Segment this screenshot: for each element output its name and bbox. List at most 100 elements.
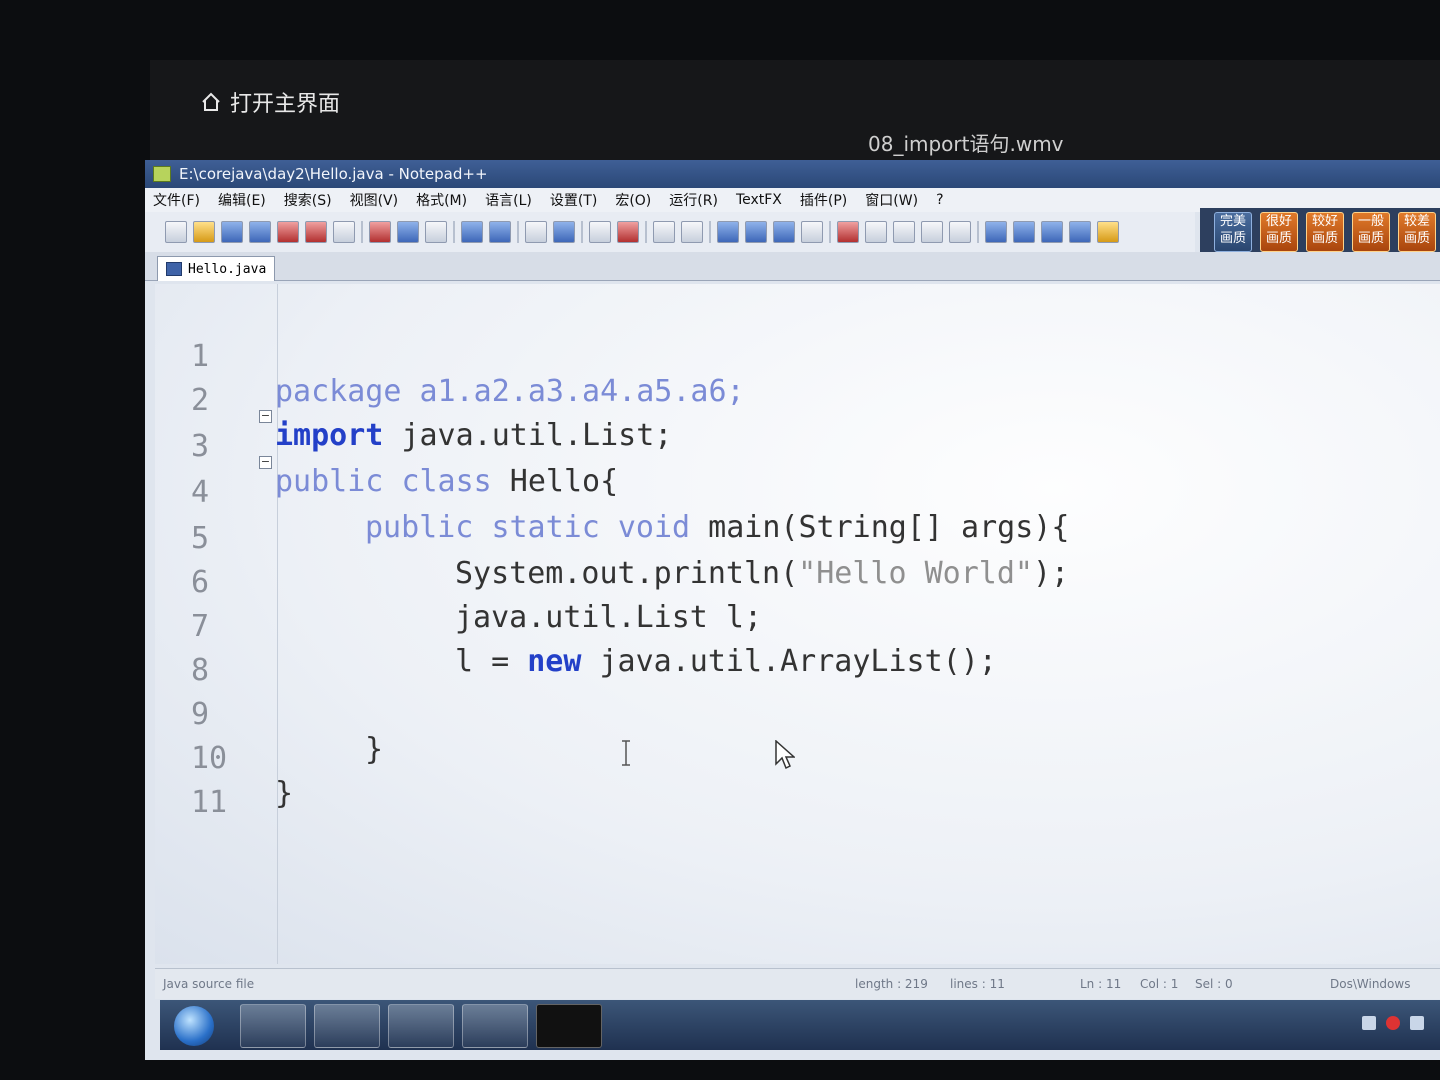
start-button[interactable] [174,1006,214,1046]
close-all-icon[interactable] [305,221,327,243]
code-line: 9 } [155,662,383,767]
menu-settings[interactable]: 设置(T) [550,190,597,210]
windows-taskbar [160,1000,1440,1050]
go-top-icon[interactable] [985,221,1007,243]
undo-icon[interactable] [461,221,483,243]
toolbar [145,212,1195,252]
video-title: 08_import语句.wmv [868,132,1064,156]
go-bottom-icon[interactable] [1069,221,1091,243]
menu-search[interactable]: 搜索(S) [284,190,332,210]
stop-macro-icon[interactable] [865,221,887,243]
menu-plugins[interactable]: 插件(P) [800,190,847,210]
status-eol-format: Dos\Windows [1330,977,1411,991]
quality-normal-button[interactable]: 一般画质 [1352,212,1390,252]
code-line: 11 [155,750,263,820]
save-macro-icon[interactable] [949,221,971,243]
home-icon [200,91,222,113]
run-macro-multiple-icon[interactable] [921,221,943,243]
menu-run[interactable]: 运行(R) [669,190,718,210]
file-saved-icon [166,262,182,276]
play-macro-icon[interactable] [893,221,915,243]
tray-input-icon[interactable] [1362,1016,1376,1030]
toolbar-separator [829,221,831,243]
line-number: 11 [191,785,228,820]
taskbar-app-notepadpp[interactable] [388,1004,454,1048]
copy-icon[interactable] [397,221,419,243]
code-text: package a1.a2.a3.a4.a5.a6; [275,374,745,409]
quality-poor-button[interactable]: 较差画质 [1398,212,1436,252]
status-lines: lines : 11 [950,977,1005,991]
mouse-pointer-icon [775,739,796,774]
menu-textfx[interactable]: TextFX [736,192,782,208]
toolbar-separator [453,221,455,243]
tray-network-icon[interactable] [1410,1016,1424,1030]
code-line: 10 } [155,706,293,811]
new-file-icon[interactable] [165,221,187,243]
taskbar-app-explorer[interactable] [314,1004,380,1048]
indent-guide-icon[interactable] [773,221,795,243]
replace-icon[interactable] [553,221,575,243]
code-editor[interactable]: − − 1 package a1.a2.a3.a4.a5.a6; 2 impor… [155,284,1440,964]
save-all-icon[interactable] [249,221,271,243]
menu-macro[interactable]: 宏(O) [615,190,651,210]
menu-language[interactable]: 语言(L) [485,190,532,210]
paste-icon[interactable] [425,221,447,243]
quality-good-button[interactable]: 较好画质 [1306,212,1344,252]
sync-horizontal-icon[interactable] [681,221,703,243]
code-line: 5 System.out.println("Hello World"); [155,486,1069,591]
menu-file[interactable]: 文件(F) [153,190,200,210]
close-icon[interactable] [277,221,299,243]
code-text: public class Hello{ [275,464,619,499]
tab-bar: Hello.java [145,252,1440,281]
toolbar-separator [361,221,363,243]
find-icon[interactable] [525,221,547,243]
sync-vertical-icon[interactable] [653,221,675,243]
code-text: import java.util.List; [275,418,673,453]
code-line: 2 import java.util.List; [155,348,672,453]
user-language-icon[interactable] [801,221,823,243]
code-text: } [275,776,294,811]
taskbar-app-cmd[interactable] [536,1004,602,1048]
status-selection: Sel : 0 [1195,977,1233,991]
open-file-icon[interactable] [193,221,215,243]
spell-check-icon[interactable] [1097,221,1119,243]
menu-help[interactable]: ? [936,192,943,208]
print-icon[interactable] [333,221,355,243]
go-up-icon[interactable] [1013,221,1035,243]
quality-very-good-button[interactable]: 很好画质 [1260,212,1298,252]
show-all-chars-icon[interactable] [745,221,767,243]
go-down-icon[interactable] [1041,221,1063,243]
toolbar-separator [709,221,711,243]
menu-window[interactable]: 窗口(W) [865,190,918,210]
status-line-position: Ln : 11 [1080,977,1122,991]
save-icon[interactable] [221,221,243,243]
menu-format[interactable]: 格式(M) [416,190,467,210]
video-quality-bar: 完美画质 很好画质 较好画质 一般画质 较差画质 [1200,208,1440,256]
code-text: l = new java.util.ArrayList(); [455,644,997,679]
record-macro-icon[interactable] [837,221,859,243]
text-cursor-icon [620,740,632,770]
code-line: 6 java.util.List l; [155,530,762,635]
taskbar-app-media[interactable] [462,1004,528,1048]
code-line: 4 public static void main(String[] args)… [155,440,1069,545]
open-main-interface-link[interactable]: 打开主界面 [200,86,340,118]
notepadpp-icon [153,166,171,182]
tray-alert-icon[interactable] [1386,1016,1400,1030]
zoom-out-icon[interactable] [617,221,639,243]
menu-view[interactable]: 视图(V) [350,190,399,210]
code-line: 8 [155,618,263,688]
cut-icon[interactable] [369,221,391,243]
zoom-in-icon[interactable] [589,221,611,243]
tab-hello-java[interactable]: Hello.java [157,256,276,281]
code-text: } [365,732,384,767]
system-tray [1362,1016,1424,1030]
taskbar-app-paint[interactable] [240,1004,306,1048]
status-column: Col : 1 [1140,977,1179,991]
code-text: public static void main(String[] args){ [365,510,1070,545]
notepadpp-window: E:\corejava\day2\Hello.java - Notepad++ … [145,160,1440,1060]
menu-edit[interactable]: 编辑(E) [218,190,266,210]
redo-icon[interactable] [489,221,511,243]
word-wrap-icon[interactable] [717,221,739,243]
code-line: 1 package a1.a2.a3.a4.a5.a6; [155,304,745,409]
quality-perfect-button[interactable]: 完美画质 [1214,212,1252,252]
